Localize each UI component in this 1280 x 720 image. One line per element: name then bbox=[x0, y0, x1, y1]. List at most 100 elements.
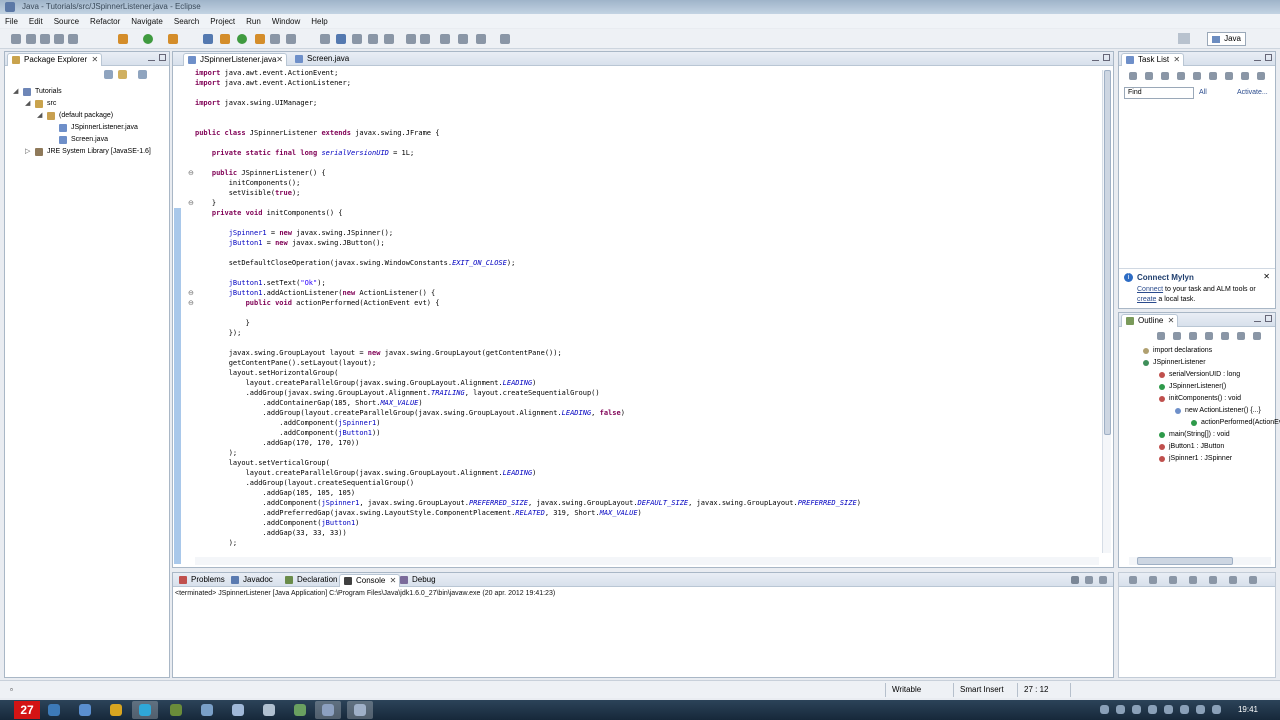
menu-source[interactable]: Source bbox=[54, 17, 79, 26]
task-find-input[interactable]: Find bbox=[1124, 87, 1194, 99]
remove-all-icon[interactable] bbox=[1099, 576, 1107, 584]
new-class-icon[interactable] bbox=[237, 34, 247, 44]
maximize-icon[interactable] bbox=[1103, 54, 1110, 61]
search-icon[interactable] bbox=[286, 34, 296, 44]
hide-fields-icon[interactable] bbox=[1189, 332, 1197, 340]
app-icon[interactable] bbox=[294, 704, 306, 716]
fold-toggle-icon[interactable]: ⊖ bbox=[188, 289, 194, 297]
fold-toggle-icon[interactable]: ⊖ bbox=[188, 169, 194, 177]
outline-horizontal-scrollbar[interactable] bbox=[1129, 557, 1271, 565]
new-package-icon[interactable] bbox=[220, 34, 230, 44]
menu-project[interactable]: Project bbox=[210, 17, 235, 26]
close-icon[interactable]: ✕ bbox=[91, 54, 98, 66]
filter-icon[interactable] bbox=[1177, 72, 1185, 80]
last-edit-icon[interactable] bbox=[440, 34, 450, 44]
maximize-icon[interactable] bbox=[1265, 315, 1272, 322]
tree-item[interactable]: ◢ src bbox=[5, 98, 169, 110]
outline-item[interactable]: JSpinnerListener bbox=[1119, 357, 1275, 369]
display-console-icon[interactable] bbox=[1189, 576, 1197, 584]
open-console-icon[interactable] bbox=[1209, 576, 1217, 584]
save-all-icon[interactable] bbox=[40, 34, 50, 44]
tab-screen-java[interactable]: Screen.java bbox=[291, 53, 363, 66]
outline-item[interactable]: JSpinnerListener() bbox=[1119, 381, 1275, 393]
prev-annotation-icon[interactable] bbox=[420, 34, 430, 44]
open-task-icon[interactable] bbox=[270, 34, 280, 44]
minimize-icon[interactable] bbox=[148, 54, 155, 61]
minimize-icon[interactable] bbox=[1254, 54, 1261, 61]
collapse-all-icon[interactable] bbox=[104, 70, 113, 79]
pin-console-icon[interactable] bbox=[1169, 576, 1177, 584]
toggle-comment-icon[interactable] bbox=[384, 34, 394, 44]
collapse-icon[interactable]: ◢ bbox=[37, 110, 42, 122]
new-java-project-icon[interactable] bbox=[203, 34, 213, 44]
tab-task-list[interactable]: Task List ✕ bbox=[1121, 53, 1185, 66]
outline-item[interactable]: main(String[]) : void bbox=[1119, 429, 1275, 441]
toggle-mark-icon[interactable] bbox=[320, 34, 330, 44]
menu-run[interactable]: Run bbox=[246, 17, 261, 26]
close-icon[interactable]: ✕ bbox=[276, 54, 283, 66]
task-filter-all[interactable]: All bbox=[1199, 89, 1207, 96]
forward-history-icon[interactable] bbox=[500, 34, 510, 44]
maximize-icon[interactable] bbox=[1265, 54, 1272, 61]
tree-item[interactable]: ▷ JRE System Library [JavaSE-1.6] bbox=[5, 146, 169, 158]
editor-vertical-scrollbar[interactable] bbox=[1102, 70, 1111, 553]
tray-icon[interactable] bbox=[1116, 705, 1125, 714]
close-icon[interactable]: ✕ bbox=[1263, 272, 1270, 281]
outline-item[interactable]: jSpinner1 : JSpinner bbox=[1119, 453, 1275, 465]
chrome-icon[interactable] bbox=[110, 704, 122, 716]
tray-icon[interactable] bbox=[1100, 705, 1109, 714]
properties-icon[interactable] bbox=[68, 34, 78, 44]
perspective-java-button[interactable]: Java bbox=[1207, 32, 1246, 46]
tab-package-explorer[interactable]: Package Explorer ✕ bbox=[7, 53, 103, 66]
menu-search[interactable]: Search bbox=[174, 17, 199, 26]
scroll-lock-icon[interactable] bbox=[1129, 576, 1137, 584]
word-wrap-icon[interactable] bbox=[1149, 576, 1157, 584]
categorized-icon[interactable] bbox=[1145, 72, 1153, 80]
sync-icon[interactable] bbox=[1241, 72, 1249, 80]
internet-explorer-icon[interactable] bbox=[79, 704, 91, 716]
open-perspective-icon[interactable] bbox=[1178, 33, 1190, 44]
tree-item[interactable]: ◢ Tutorials bbox=[5, 86, 169, 98]
tab-declaration[interactable]: Declaration bbox=[281, 574, 341, 587]
maximize-icon[interactable] bbox=[159, 54, 166, 61]
close-icon[interactable]: ✕ bbox=[1173, 54, 1180, 66]
tab-jspinnerlistener-java[interactable]: JSpinnerListener.java ✕ bbox=[183, 53, 287, 66]
outline-item[interactable]: new ActionListener() {...} bbox=[1119, 405, 1275, 417]
tray-icon[interactable] bbox=[1132, 705, 1141, 714]
external-tools-icon[interactable] bbox=[168, 34, 178, 44]
expand-all-icon[interactable] bbox=[1225, 72, 1233, 80]
minecraft-icon[interactable] bbox=[170, 704, 182, 716]
editor-horizontal-scrollbar[interactable] bbox=[195, 557, 1099, 565]
tree-item[interactable]: ◢ (default package) bbox=[5, 110, 169, 122]
connect-link[interactable]: Connect bbox=[1137, 286, 1163, 293]
link-with-editor-icon[interactable] bbox=[118, 70, 127, 79]
create-local-task-link[interactable]: create bbox=[1137, 296, 1156, 303]
code-area[interactable]: import java.awt.event.ActionEvent; import… bbox=[195, 68, 861, 548]
minimize-icon[interactable] bbox=[1254, 315, 1261, 322]
new-task-icon[interactable] bbox=[1129, 72, 1137, 80]
fold-toggle-icon[interactable]: ⊖ bbox=[188, 199, 194, 207]
print-icon[interactable] bbox=[54, 34, 64, 44]
outline-item[interactable]: actionPerformed(ActionEvent) bbox=[1119, 417, 1280, 429]
menu-refactor[interactable]: Refactor bbox=[90, 17, 120, 26]
tree-item[interactable]: Screen.java bbox=[5, 134, 169, 146]
collapse-all-icon[interactable] bbox=[1157, 332, 1165, 340]
folder-icon[interactable] bbox=[48, 704, 60, 716]
scheduled-icon[interactable] bbox=[1161, 72, 1169, 80]
task-activate-link[interactable]: Activate... bbox=[1237, 89, 1268, 96]
tray-icon[interactable] bbox=[1180, 705, 1189, 714]
remove-launch-icon[interactable] bbox=[1085, 576, 1093, 584]
app-icon[interactable] bbox=[201, 704, 213, 716]
collapse-icon[interactable]: ◢ bbox=[13, 86, 18, 98]
collapse-all-icon[interactable] bbox=[1209, 72, 1217, 80]
maximize-icon[interactable] bbox=[1249, 576, 1257, 584]
view-menu-icon[interactable] bbox=[1257, 72, 1265, 80]
tray-icon[interactable] bbox=[1164, 705, 1173, 714]
outline-item[interactable]: initComponents() : void bbox=[1119, 393, 1275, 405]
view-menu-icon[interactable] bbox=[138, 70, 147, 79]
app-icon[interactable] bbox=[354, 704, 366, 716]
tab-debug[interactable]: Debug bbox=[396, 574, 440, 587]
menu-window[interactable]: Window bbox=[272, 17, 300, 26]
outline-item[interactable]: jButton1 : JButton bbox=[1119, 441, 1275, 453]
tab-problems[interactable]: Problems bbox=[175, 574, 229, 587]
